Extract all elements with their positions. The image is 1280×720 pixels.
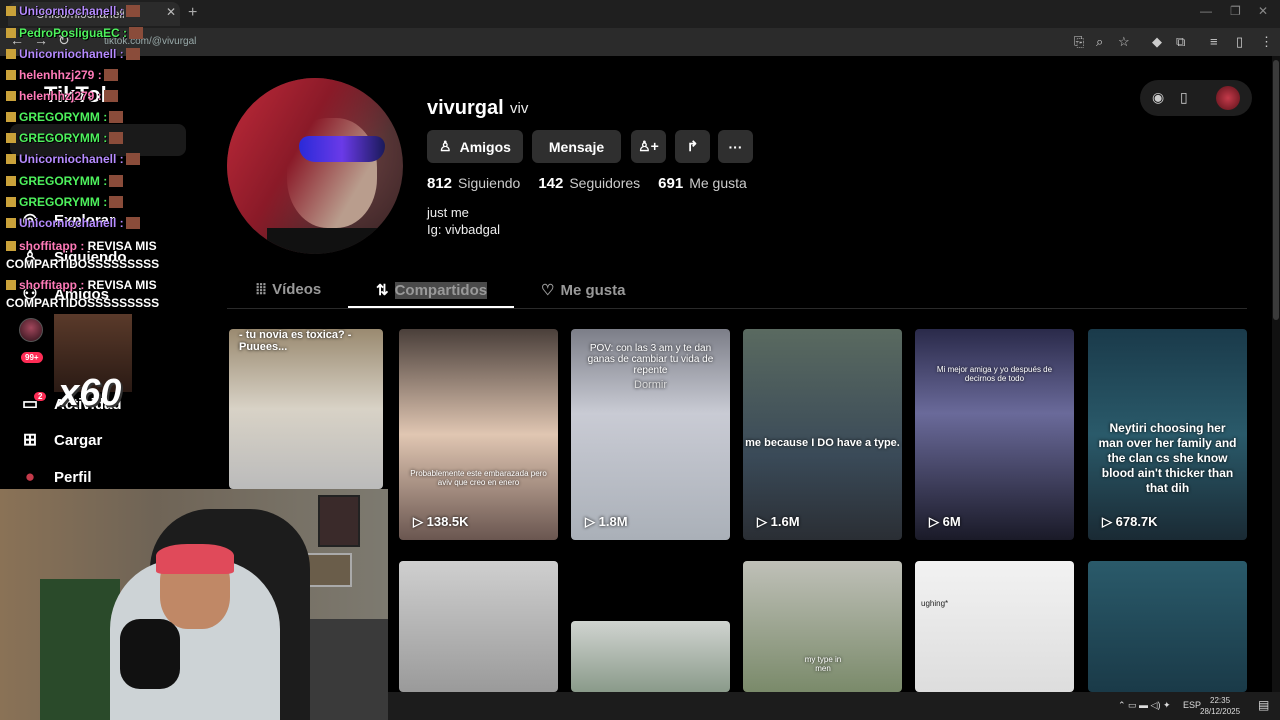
sidepanel-icon[interactable]: ▯	[1236, 34, 1243, 50]
likes-count: 691	[658, 175, 684, 192]
profile-username: vivurgal	[427, 97, 504, 119]
followers-count: 142	[538, 175, 564, 192]
share-icon: ↱	[686, 138, 699, 154]
sidebar-item-label: Perfil	[54, 468, 92, 486]
grid-icon: ⦙⦙⦙	[256, 281, 267, 298]
device-icon[interactable]: ▯	[1180, 89, 1188, 106]
chat-message: shoffitapp : REVISA MIS COMPARTIDOSSSSSS…	[6, 239, 160, 271]
tab-divider	[227, 308, 1247, 309]
puzzle-icon[interactable]: ⧉	[1176, 34, 1185, 50]
close-tab-icon[interactable]: ✕	[166, 5, 176, 19]
heart-icon: ♡	[541, 282, 555, 299]
address-bar: ← → ↻ tiktok.com/@vivurgal ⎘ ⌕ ☆ ◆ ⧉ ≡ ▯…	[0, 28, 1280, 56]
notification-badge: 99+	[21, 352, 43, 363]
play-icon: ▷	[757, 514, 767, 529]
add-user-icon: ♙+	[638, 138, 659, 154]
scrollbar-thumb[interactable]	[1273, 60, 1279, 320]
play-icon: ▷	[1102, 514, 1112, 529]
zoom-icon[interactable]: ⌕	[1096, 34, 1103, 50]
following-avatar[interactable]	[19, 318, 43, 342]
tray-icons[interactable]: ⌃ ▭ ▬ ◁) ✦	[1118, 700, 1171, 711]
chat-line: helenhhzj279 :	[6, 89, 118, 103]
tab-liked[interactable]: ♡ Me gusta	[541, 281, 625, 300]
video-card[interactable]: my type in men	[743, 561, 902, 692]
menu-icon[interactable]: ⋮	[1260, 34, 1273, 50]
video-card[interactable]	[399, 561, 558, 692]
video-card[interactable]	[1088, 561, 1247, 692]
video-card[interactable]: Mi mejor amiga y yo después de decirnos …	[915, 329, 1074, 540]
likes-label: Me gusta	[689, 175, 747, 191]
tab-videos[interactable]: ⦙⦙⦙ Vídeos	[256, 281, 321, 298]
coins-icon[interactable]: ◉	[1152, 89, 1164, 106]
upload-icon: ⊞	[22, 430, 38, 449]
play-icon: ▷	[929, 514, 939, 529]
chat-message: shoffitapp : REVISA MIS COMPARTIDOSSSSSS…	[6, 278, 160, 310]
video-card[interactable]: - tu novia es toxica? - Puuees...	[229, 329, 383, 489]
chat-line: Unicorniochanell :	[6, 216, 140, 230]
video-card[interactable]: Probablemente este embarazada pero aviv …	[399, 329, 558, 540]
chat-line: GREGORYMM :	[6, 195, 124, 209]
chat-line: GREGORYMM :	[6, 174, 124, 188]
user-avatar[interactable]	[1216, 86, 1240, 110]
more-icon: ···	[728, 138, 743, 155]
media-icon[interactable]: ≡	[1210, 34, 1218, 49]
active-tab-indicator	[348, 306, 514, 308]
emote-multiplier: x60	[58, 372, 122, 414]
windows-taskbar: ⌃ ▭ ▬ ◁) ✦ ESP 22:35 28/12/2025 ▤	[388, 692, 1280, 720]
sidebar-item-profile[interactable]: ● Perfil	[20, 467, 92, 487]
language-indicator[interactable]: ESP	[1183, 700, 1201, 710]
extension-icon[interactable]: ◆	[1152, 34, 1162, 50]
streamer-webcam	[0, 489, 388, 720]
notification-icon[interactable]: ▤	[1258, 698, 1269, 712]
sidebar-item-label: Cargar	[54, 431, 103, 449]
bookmark-icon[interactable]: ☆	[1118, 34, 1130, 50]
chat-line: GREGORYMM :	[6, 110, 124, 124]
play-icon: ▷	[585, 514, 595, 529]
tab-reposts[interactable]: ⇅ Compartidos	[376, 281, 488, 299]
profile-stats: 812 Siguiendo 142 Seguidores 691 Me gust…	[427, 175, 759, 192]
play-icon: ▷	[413, 514, 423, 529]
chat-line: Unicorniochanell :	[6, 47, 140, 61]
message-button[interactable]: Mensaje	[532, 130, 621, 163]
video-card[interactable]	[571, 621, 730, 692]
friends-button[interactable]: ♙ Amigos	[427, 130, 523, 163]
clock[interactable]: 22:35 28/12/2025	[1200, 695, 1240, 717]
video-card[interactable]: ughing*	[915, 561, 1074, 692]
chat-line: GREGORYMM :	[6, 131, 124, 145]
chat-line: Unicorniochanell :	[6, 152, 140, 166]
install-icon[interactable]: ⎘	[1074, 34, 1084, 50]
following-count: 812	[427, 175, 453, 192]
activity-badge: 2	[34, 392, 47, 401]
friend-icon: ♙	[439, 138, 452, 154]
video-card[interactable]: POV: con las 3 am y te dan ganas de camb…	[571, 329, 730, 540]
following-label[interactable]: Siguiendo	[458, 175, 520, 192]
video-card[interactable]: me because I DO have a type. ▷ 1.6M	[743, 329, 902, 540]
top-right-toolbar: ◉ ▯	[1140, 80, 1252, 116]
add-friend-button[interactable]: ♙+	[631, 130, 666, 163]
chat-line: Unicorniochanell :	[6, 4, 140, 18]
more-button[interactable]: ···	[718, 130, 753, 163]
bio-line: Ig: vivbadgal	[427, 222, 500, 237]
profile-icon: ●	[24, 467, 36, 486]
video-card[interactable]: Neytiri choosing her man over her family…	[1088, 329, 1247, 540]
share-button[interactable]: ↱	[675, 130, 710, 163]
browser-tabbar: Unicorniochanell ✕ + — ❐ ✕	[0, 0, 1280, 28]
window-close-icon[interactable]: ✕	[1258, 4, 1268, 18]
chat-line: PedroPosliguaEC :	[6, 26, 144, 40]
new-tab-icon[interactable]: +	[188, 4, 197, 22]
followers-label[interactable]: Seguidores	[569, 175, 640, 192]
repost-icon: ⇅	[376, 282, 389, 299]
profile-avatar[interactable]	[227, 78, 403, 254]
bio-line: just me	[427, 205, 469, 220]
minimize-icon[interactable]: —	[1200, 4, 1212, 18]
sidebar-item-upload[interactable]: ⊞ Cargar	[20, 430, 102, 450]
chat-line: helenhhzj279 :	[6, 68, 118, 82]
maximize-icon[interactable]: ❐	[1230, 4, 1241, 18]
profile-nickname: viv	[510, 100, 529, 117]
